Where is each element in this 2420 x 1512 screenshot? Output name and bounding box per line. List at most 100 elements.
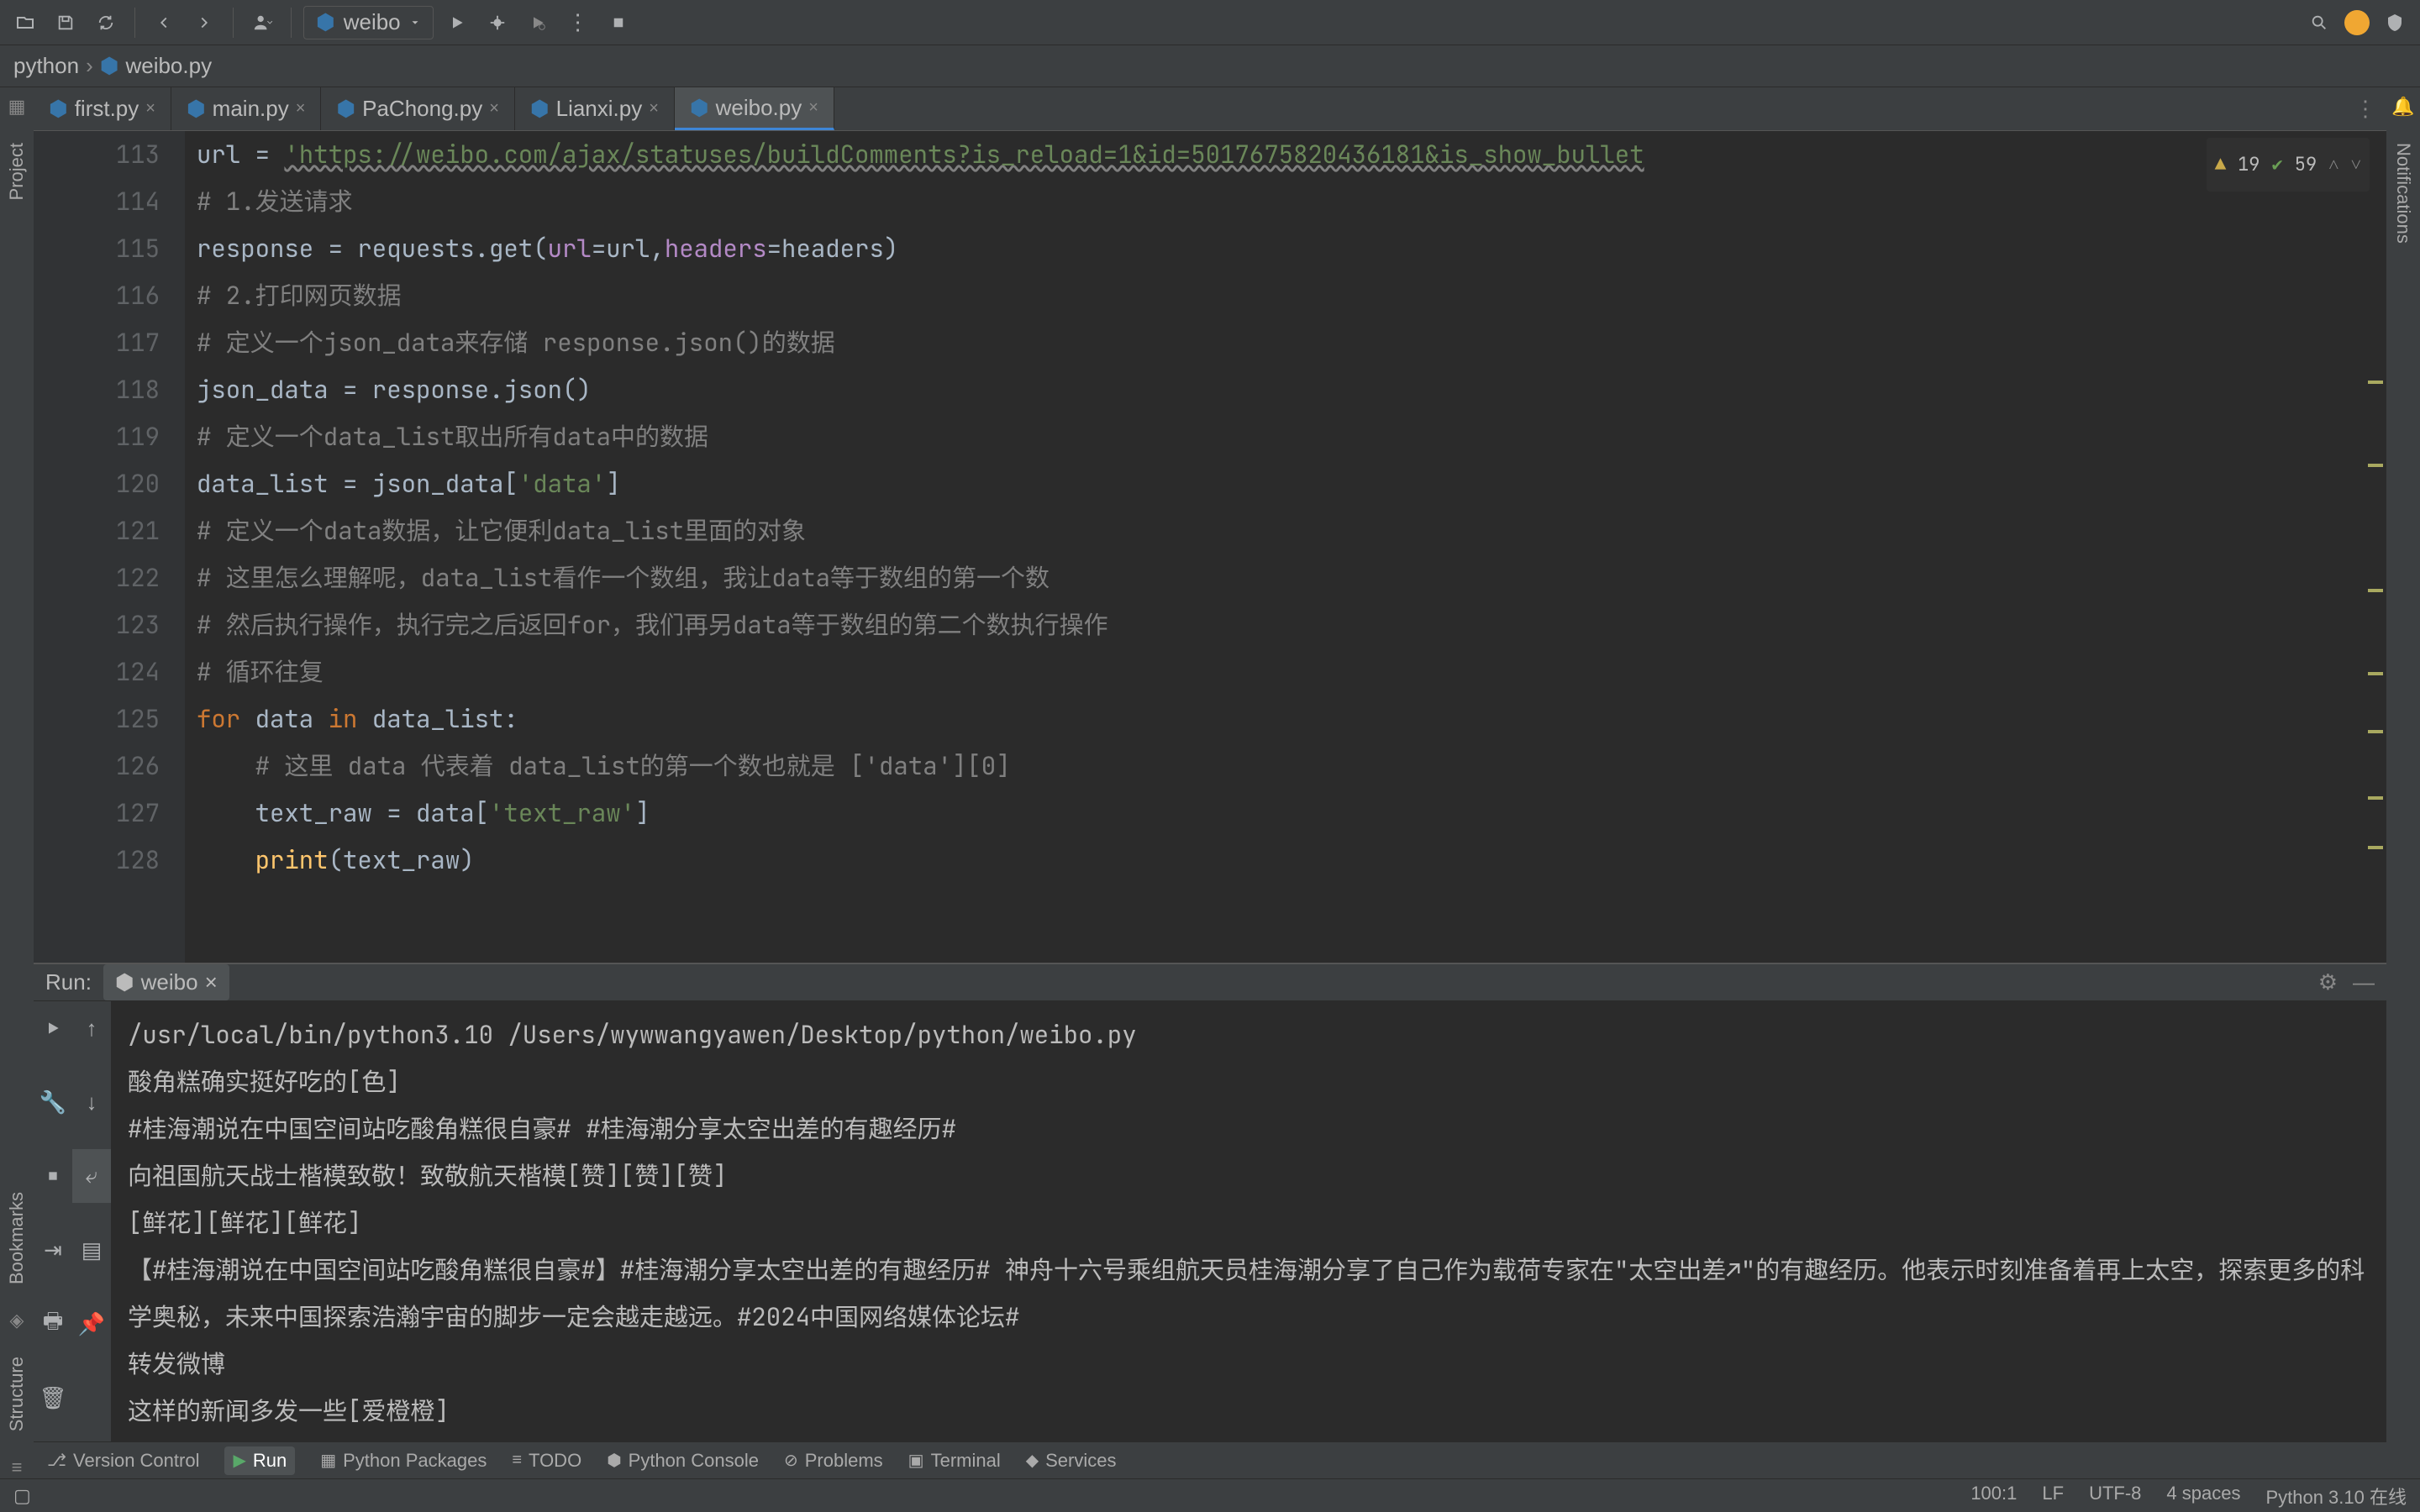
version-control-tool[interactable]: ⎇Version Control bbox=[47, 1450, 199, 1472]
run-side-toolbar: ↑ 🔧 ↓ ⤶ ⇥ ▤ 🖶 📌 🗑 bbox=[34, 1001, 111, 1445]
code-editor[interactable]: 1131141151161171181191201211221231241251… bbox=[34, 131, 2386, 963]
update-indicator-icon[interactable] bbox=[2344, 10, 2370, 35]
run-more-icon[interactable] bbox=[521, 6, 555, 39]
python-packages-tool[interactable]: ▦Python Packages bbox=[320, 1450, 487, 1472]
save-icon[interactable] bbox=[49, 6, 82, 39]
tabs-more-icon[interactable]: ⋮ bbox=[2344, 87, 2386, 130]
branch-icon: ⎇ bbox=[47, 1450, 66, 1471]
run-output[interactable]: /usr/local/bin/python3.10 /Users/wywwang… bbox=[111, 1001, 2386, 1445]
project-tool-label[interactable]: Project bbox=[6, 143, 28, 200]
close-icon[interactable]: × bbox=[489, 99, 499, 118]
rerun-button[interactable] bbox=[34, 1001, 72, 1055]
close-icon[interactable]: × bbox=[649, 99, 659, 118]
problems-tool[interactable]: ⊘Problems bbox=[784, 1450, 883, 1472]
notifications-label[interactable]: Notifications bbox=[2392, 143, 2414, 244]
tab-first[interactable]: ⬢first.py× bbox=[34, 87, 171, 130]
warning-icon: ▲ bbox=[2215, 141, 2226, 188]
editor-tabs: ⬢first.py× ⬢main.py× ⬢PaChong.py× ⬢Lianx… bbox=[34, 87, 2386, 131]
breadcrumb: python › ⬢ weibo.py bbox=[0, 45, 2420, 87]
run-tool-window: Run: ⬢ weibo × ⚙ — ↑ 🔧 bbox=[34, 963, 2386, 1441]
python-icon: ⬢ bbox=[49, 96, 68, 122]
gear-icon[interactable]: ⚙ bbox=[2318, 969, 2338, 995]
tab-weibo[interactable]: ⬢weibo.py× bbox=[675, 87, 834, 130]
line-gutter: 1131141151161171181191201211221231241251… bbox=[34, 131, 185, 963]
code-with-me-icon[interactable] bbox=[2378, 6, 2412, 39]
inspection-badges[interactable]: ▲ 19 ✔ 59 ˄ ˅ bbox=[2207, 138, 2370, 192]
warning-count: 19 bbox=[2238, 141, 2260, 188]
bookmarks-tool-icon[interactable]: ◈ bbox=[10, 1310, 24, 1331]
python-icon: ⬢ bbox=[115, 969, 134, 995]
console-icon: ⬢ bbox=[607, 1450, 621, 1471]
stop-button[interactable] bbox=[602, 6, 635, 39]
down-icon[interactable]: ↓ bbox=[72, 1075, 111, 1129]
chevron-down-icon[interactable]: ˅ bbox=[2351, 141, 2361, 188]
tab-pachong[interactable]: ⬢PaChong.py× bbox=[321, 87, 515, 130]
run-config-selector[interactable]: ⬢ weibo bbox=[303, 6, 434, 39]
layout-icon[interactable]: ▤ bbox=[72, 1223, 111, 1277]
python-icon: ⬢ bbox=[530, 96, 550, 122]
bookmarks-tool-label[interactable]: Bookmarks bbox=[6, 1192, 28, 1284]
close-icon[interactable]: × bbox=[296, 99, 306, 118]
breadcrumb-project[interactable]: python bbox=[13, 53, 79, 79]
trash-icon[interactable]: 🗑 bbox=[34, 1371, 72, 1425]
up-icon[interactable]: ↑ bbox=[72, 1001, 111, 1055]
chevron-down-icon bbox=[409, 17, 421, 29]
tab-main[interactable]: ⬢main.py× bbox=[171, 87, 321, 130]
todo-icon: ≡ bbox=[512, 1451, 522, 1470]
structure-tool-icon[interactable]: ≡ bbox=[12, 1457, 23, 1478]
back-icon[interactable] bbox=[147, 6, 181, 39]
tab-lianxi[interactable]: ⬢Lianxi.py× bbox=[515, 87, 675, 130]
run-header: Run: ⬢ weibo × ⚙ — bbox=[34, 964, 2386, 1001]
close-icon[interactable]: × bbox=[205, 969, 218, 995]
terminal-tool[interactable]: ▣Terminal bbox=[908, 1450, 1001, 1472]
chevron-up-icon[interactable]: ˄ bbox=[2328, 141, 2338, 188]
breadcrumb-separator: › bbox=[86, 53, 93, 79]
scroll-end-icon[interactable]: ⇥ bbox=[34, 1223, 72, 1277]
user-dropdown-icon[interactable] bbox=[245, 6, 279, 39]
main-toolbar: ⬢ weibo ⋮ bbox=[0, 0, 2420, 45]
run-tool[interactable]: ▶Run bbox=[224, 1446, 295, 1475]
stop-button[interactable] bbox=[34, 1149, 72, 1203]
line-separator[interactable]: LF bbox=[2042, 1483, 2064, 1509]
error-stripe[interactable] bbox=[2365, 131, 2386, 963]
ok-icon: ✔ bbox=[2272, 141, 2283, 188]
problems-icon: ⊘ bbox=[784, 1450, 798, 1471]
soft-wrap-icon[interactable]: ⤶ bbox=[72, 1149, 111, 1203]
python-console-tool[interactable]: ⬢Python Console bbox=[607, 1450, 759, 1472]
python-icon: ⬢ bbox=[336, 96, 355, 122]
forward-icon[interactable] bbox=[187, 6, 221, 39]
run-tab[interactable]: ⬢ weibo × bbox=[103, 964, 229, 1000]
services-tool[interactable]: ◆Services bbox=[1026, 1450, 1117, 1472]
python-icon: ⬢ bbox=[100, 53, 119, 79]
project-tool-icon[interactable]: ▦ bbox=[8, 96, 26, 118]
notifications-icon[interactable]: 🔔 bbox=[2391, 96, 2414, 118]
wrench-icon[interactable]: 🔧 bbox=[34, 1075, 72, 1129]
more-actions-icon[interactable]: ⋮ bbox=[561, 6, 595, 39]
todo-tool[interactable]: ≡TODO bbox=[512, 1450, 581, 1472]
search-icon[interactable] bbox=[2302, 6, 2336, 39]
debug-button[interactable] bbox=[481, 6, 514, 39]
sync-icon[interactable] bbox=[89, 6, 123, 39]
minimize-icon[interactable]: — bbox=[2353, 969, 2375, 995]
interpreter[interactable]: Python 3.10 在线 bbox=[2265, 1483, 2407, 1509]
run-config-label: weibo bbox=[344, 9, 401, 35]
caret-position[interactable]: 100:1 bbox=[1970, 1483, 2017, 1509]
tool-window-toggle-icon[interactable]: ▢ bbox=[13, 1485, 31, 1507]
print-icon[interactable]: 🖶 bbox=[34, 1297, 72, 1351]
left-tool-strip: ▦ Project Bookmarks ◈ Structure ≡ bbox=[0, 87, 34, 1478]
bottom-tool-strip: ⎇Version Control ▶Run ▦Python Packages ≡… bbox=[34, 1441, 2386, 1478]
pin-icon[interactable]: 📌 bbox=[72, 1297, 111, 1351]
structure-tool-label[interactable]: Structure bbox=[6, 1357, 28, 1431]
encoding[interactable]: UTF-8 bbox=[2089, 1483, 2141, 1509]
close-icon[interactable]: × bbox=[808, 98, 818, 118]
open-icon[interactable] bbox=[8, 6, 42, 39]
play-icon: ▶ bbox=[233, 1450, 245, 1471]
terminal-icon: ▣ bbox=[908, 1450, 924, 1471]
breadcrumb-file[interactable]: weibo.py bbox=[125, 53, 212, 79]
indent[interactable]: 4 spaces bbox=[2166, 1483, 2240, 1509]
package-icon: ▦ bbox=[320, 1450, 336, 1471]
close-icon[interactable]: × bbox=[145, 99, 155, 118]
code-area[interactable]: url = 'https://weibo.com/ajax/statuses/b… bbox=[185, 131, 2386, 963]
python-icon: ⬢ bbox=[690, 95, 709, 121]
run-button[interactable] bbox=[440, 6, 474, 39]
